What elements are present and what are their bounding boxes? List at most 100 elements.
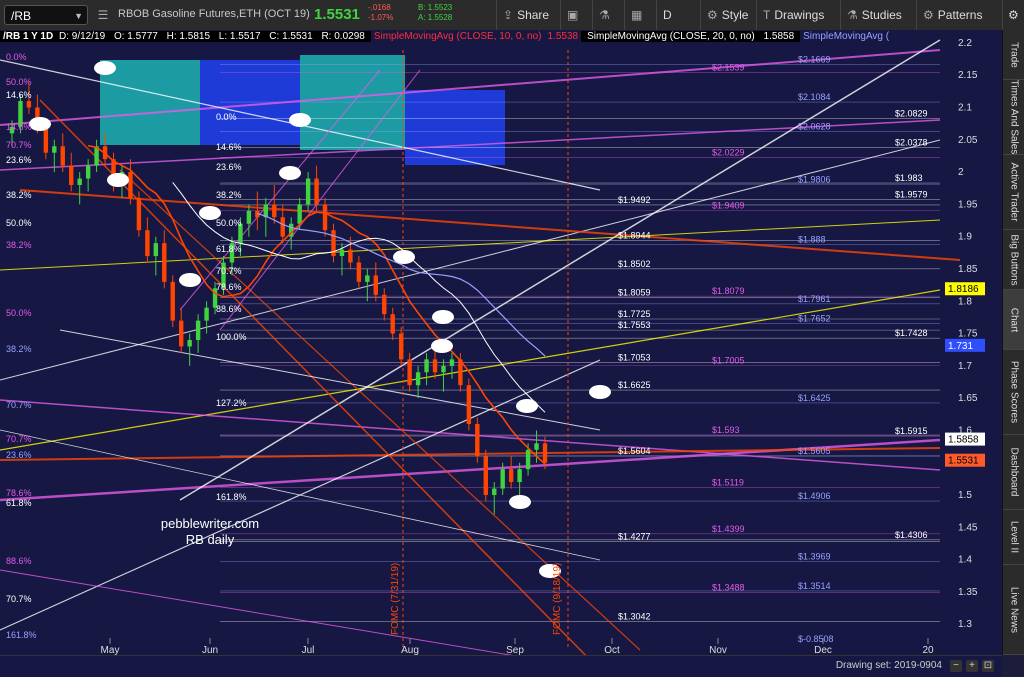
fib-label: 78.6% xyxy=(216,282,242,292)
candle-body xyxy=(60,146,65,166)
level-label: $1.3514 xyxy=(798,581,831,591)
candle-body xyxy=(128,172,133,198)
candle-body xyxy=(170,281,175,321)
menu-icon[interactable]: ☰ xyxy=(94,6,112,24)
candle-body xyxy=(246,210,252,224)
candle-body xyxy=(322,204,328,231)
fib-label: 127.2% xyxy=(216,398,247,408)
product-name: RBOB Gasoline Futures,ETH (OCT 19) xyxy=(118,8,310,20)
level-label: $1.4399 xyxy=(712,524,745,534)
candle-body xyxy=(365,275,370,282)
flask-button[interactable]: ⚗ xyxy=(592,0,624,30)
candle-body xyxy=(136,197,142,231)
tab-times-and-sales[interactable]: Times And Sales xyxy=(1003,80,1024,155)
sma-next-label[interactable]: SimpleMovingAvg ( xyxy=(800,31,892,42)
candle-body xyxy=(85,165,91,179)
ask-value: A: 1.5528 xyxy=(418,13,453,22)
candle-body xyxy=(432,359,438,373)
tab-phase-scores[interactable]: Phase Scores xyxy=(1003,350,1024,435)
style-label: Style xyxy=(721,8,749,22)
fib-label: 23.6% xyxy=(6,155,32,165)
drawings-button[interactable]: T Drawings xyxy=(756,0,840,30)
patterns-label: Patterns xyxy=(937,8,983,22)
tab-level-ii[interactable]: Level II xyxy=(1003,510,1024,565)
level-label: $-0.8508 xyxy=(798,634,834,644)
price-axis-label: 1.4 xyxy=(958,555,972,566)
fib-label: 0.0% xyxy=(216,112,237,122)
tab-active-trader[interactable]: Active Trader xyxy=(1003,155,1024,230)
level-label: $1.7005 xyxy=(712,356,745,366)
level-label: $2.1669 xyxy=(798,54,831,64)
sma20-text: SimpleMovingAvg (CLOSE, 20, 0, no) xyxy=(587,31,755,42)
fomc-label: FOMC (9/18/19) xyxy=(552,563,563,635)
candle-body xyxy=(195,320,201,340)
price-axis-label: 2.05 xyxy=(958,135,978,146)
save-button[interactable]: ▣ xyxy=(560,0,592,30)
candle-body xyxy=(314,178,319,205)
marker-ellipse xyxy=(107,173,129,187)
grid-button[interactable]: ▦ xyxy=(624,0,656,30)
candle-body xyxy=(382,294,387,315)
flask-icon: ⚗ xyxy=(599,8,610,22)
x-axis-label: May xyxy=(101,645,120,655)
sma10-label[interactable]: SimpleMovingAvg (CLOSE, 10, 0, no) xyxy=(371,31,545,42)
fib-label: 70.7% xyxy=(6,400,32,410)
patterns-button[interactable]: ⚙ Patterns xyxy=(916,0,1002,30)
level-label: $1.7553 xyxy=(618,320,651,330)
chart-canvas[interactable]: $2.1669 $2.1539 $2.1084 $2.0829 $2.0628 $2.03… xyxy=(0,30,1002,655)
candle-body xyxy=(449,359,455,366)
candle-body xyxy=(339,249,345,257)
fib-label: 38.2% xyxy=(6,344,32,354)
tab-chart[interactable]: Chart xyxy=(1003,290,1024,350)
zoom-out-button[interactable]: − xyxy=(950,660,962,672)
level-label: $1.3969 xyxy=(798,552,831,562)
tab-trade[interactable]: Trade xyxy=(1003,30,1024,80)
price-axis-label: 2.15 xyxy=(958,70,978,81)
price-badge-text: 1.5858 xyxy=(948,435,979,446)
fib-label: 161.8% xyxy=(216,492,247,502)
candle-body xyxy=(356,262,362,282)
fit-button[interactable]: ⊡ xyxy=(982,660,994,672)
x-axis-label: Jul xyxy=(302,645,315,655)
fib-label: 88.6% xyxy=(6,556,32,566)
sma20-label[interactable]: SimpleMovingAvg (CLOSE, 20, 0, no) 1.585… xyxy=(581,31,801,42)
tab-big-buttons[interactable]: Big Buttons xyxy=(1003,230,1024,290)
fib-label: 50.0% xyxy=(216,218,242,228)
candle-body xyxy=(305,178,311,205)
candle-body xyxy=(441,365,446,373)
share-button[interactable]: ⇪ Share xyxy=(496,0,560,30)
price-axis-label: 1.95 xyxy=(958,199,978,210)
level-label: $1.4306 xyxy=(895,530,928,540)
style-icon: ⚙ xyxy=(707,8,718,22)
candle-body xyxy=(407,359,412,386)
candle-body xyxy=(466,385,472,424)
tab-label: Phase Scores xyxy=(1008,360,1020,424)
symbol-selector[interactable]: /RB ▼ xyxy=(4,5,88,25)
marker-ellipse xyxy=(393,250,415,264)
candle-body xyxy=(52,146,57,153)
candle-body xyxy=(69,165,74,185)
price-axis-label: 1.7 xyxy=(958,361,972,372)
level-label: $1.8079 xyxy=(712,286,745,296)
studies-icon: ⚗ xyxy=(847,8,858,22)
price-badge-text: 1.8186 xyxy=(948,284,979,295)
fib-label: 61.8% xyxy=(216,244,242,254)
price-chart[interactable]: $2.1669 $2.1539 $2.1084 $2.0829 $2.0628 $2.03… xyxy=(0,30,1002,655)
toolbar: /RB ▼ ☰ RBOB Gasoline Futures,ETH (OCT 19… xyxy=(0,0,1024,31)
gear-icon: ⚙ xyxy=(1008,8,1019,22)
price-axis-label: 1.8 xyxy=(958,296,972,307)
change-pct: -1.07% xyxy=(368,13,394,22)
timeframe-button[interactable]: D xyxy=(656,0,700,30)
tab-dashboard[interactable]: Dashboard xyxy=(1003,435,1024,510)
candle-body xyxy=(390,314,395,334)
candle-body xyxy=(348,249,353,263)
price-axis-label: 1.75 xyxy=(958,329,978,340)
level-label: $1.5119 xyxy=(712,477,744,487)
marker-ellipse xyxy=(431,339,453,353)
tab-live-news[interactable]: Live News xyxy=(1003,565,1024,655)
settings-button[interactable]: ⚙ xyxy=(1002,0,1024,30)
zoom-in-button[interactable]: + xyxy=(966,660,978,672)
studies-button[interactable]: ⚗ Studies xyxy=(840,0,916,30)
style-button[interactable]: ⚙ Style xyxy=(700,0,756,30)
x-axis-label: Aug xyxy=(401,645,419,655)
